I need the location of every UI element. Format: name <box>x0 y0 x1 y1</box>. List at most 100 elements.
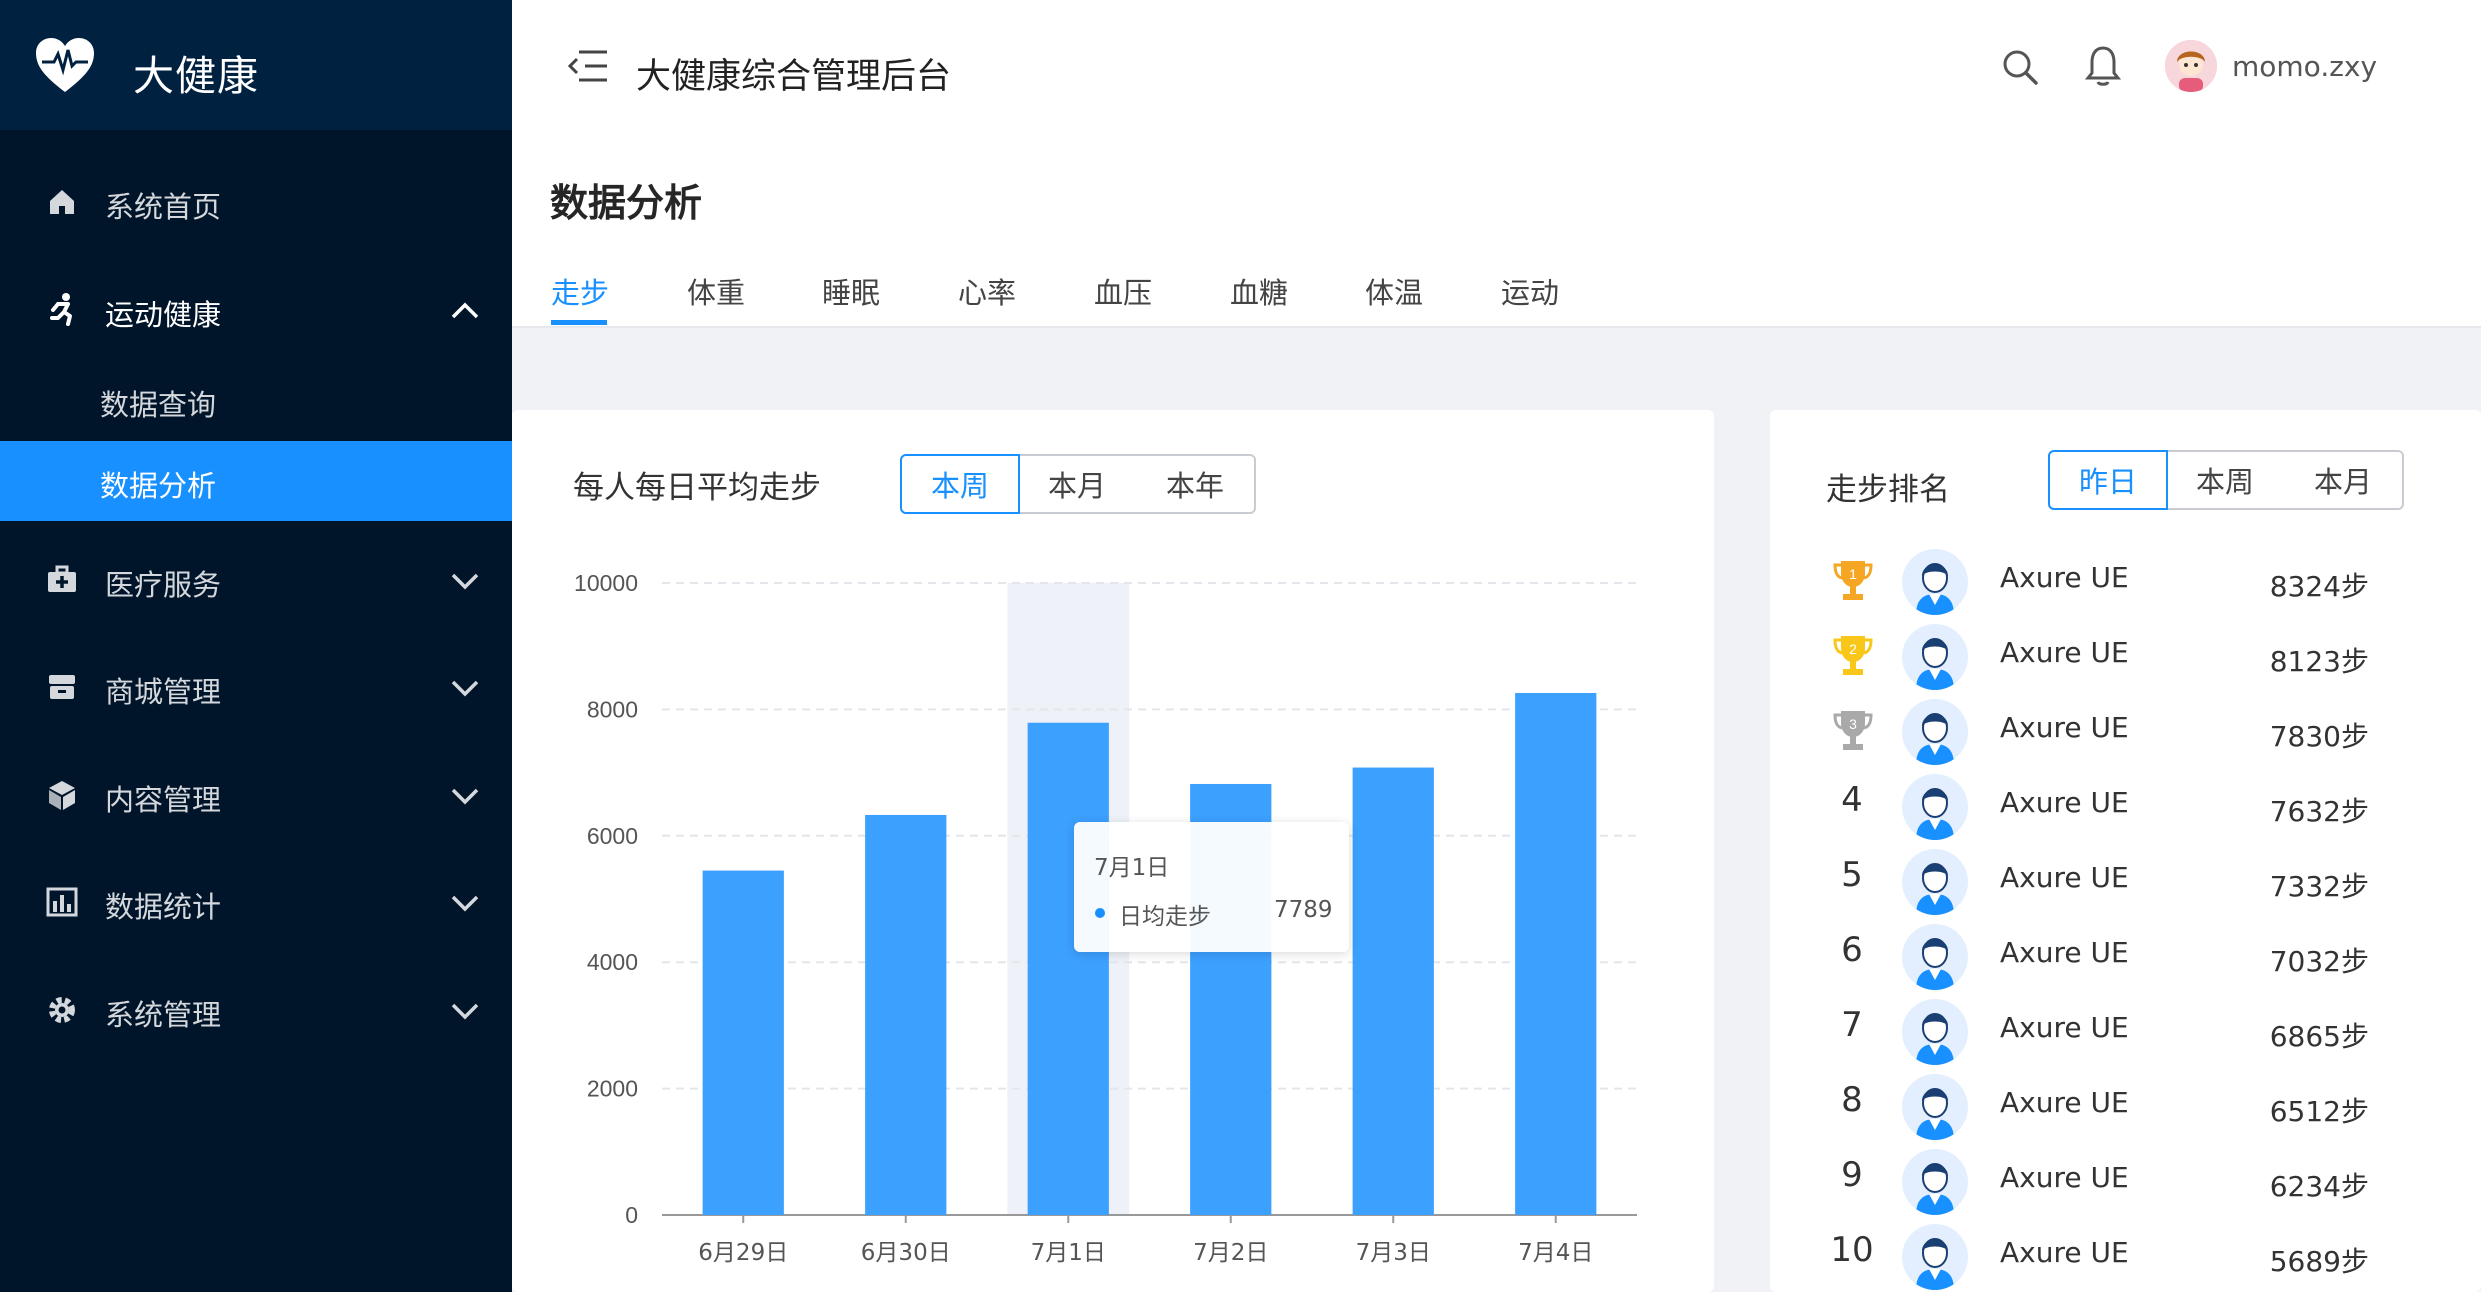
sidebar-item-label: 数据统计 <box>105 890 222 924</box>
segment-this-year[interactable]: 本年 <box>1136 454 1256 514</box>
chart-bar[interactable] <box>702 870 784 1215</box>
medical-kit-icon <box>48 565 76 592</box>
ranking-row: 7 Axure UE 6865步 <box>1770 997 2481 1067</box>
chart-bar[interactable] <box>865 814 947 1215</box>
sidebar-subitem-label: 数据分析 <box>100 469 217 503</box>
ranking-user-name: Axure UE <box>2000 861 2129 894</box>
segment-month[interactable]: 本月 <box>2284 450 2404 510</box>
sidebar-subitem-label: 数据查询 <box>100 388 217 422</box>
sidebar-subitem-data-query[interactable]: 数据查询 <box>0 360 512 440</box>
logo-area: 大健康 <box>0 0 512 130</box>
trophy-icon: 3 <box>1833 711 1873 750</box>
ranking-steps: 6512步 <box>2269 1095 2369 1128</box>
page-head <box>512 138 2481 328</box>
active-tab-indicator <box>551 320 607 325</box>
sidebar-item-label: 内容管理 <box>105 783 222 817</box>
tab-sleep[interactable]: 睡眠 <box>822 270 880 312</box>
sidebar-subitem-data-analysis[interactable]: 数据分析 <box>0 441 512 521</box>
chevron-down-icon <box>451 895 479 912</box>
tab-temperature[interactable]: 体温 <box>1365 270 1423 312</box>
ranking-user-name: Axure UE <box>2000 936 2129 969</box>
search-icon[interactable] <box>2000 47 2040 87</box>
tab-exercise[interactable]: 运动 <box>1501 270 1559 312</box>
chart-bar[interactable] <box>1352 767 1434 1215</box>
segment-week[interactable]: 本周 <box>2166 450 2286 510</box>
sidebar-item-mall[interactable]: 商城管理 <box>0 647 512 727</box>
tooltip-series-name: 日均走步 <box>1119 904 1211 930</box>
chart-bar[interactable] <box>1515 692 1597 1215</box>
chart-tooltip: 7月1日 日均走步 7789 <box>1074 822 1349 952</box>
tab-heart-rate[interactable]: 心率 <box>958 270 1016 312</box>
tab-blood-pressure[interactable]: 血压 <box>1094 270 1152 312</box>
x-tick-label: 6月29日 <box>698 1240 788 1266</box>
y-tick-label: 4000 <box>587 949 638 975</box>
segment-yesterday[interactable]: 昨日 <box>2048 450 2168 510</box>
running-icon <box>50 293 72 326</box>
chevron-down-icon <box>451 680 479 697</box>
sidebar-item-statistics[interactable]: 数据统计 <box>0 862 512 942</box>
system-title: 大健康综合管理后台 <box>636 57 952 97</box>
sidebar-item-home[interactable]: 系统首页 <box>0 162 512 242</box>
home-icon <box>50 190 74 214</box>
sidebar-item-label: 系统管理 <box>105 998 222 1032</box>
trophy-rank-number: 3 <box>1849 716 1857 732</box>
y-tick-label: 10000 <box>574 570 638 596</box>
sidebar-item-system[interactable]: 系统管理 <box>0 970 512 1050</box>
gear-icon <box>49 997 75 1023</box>
x-tick-label: 7月4日 <box>1518 1240 1593 1266</box>
ranking-row: 4 Axure UE 7632步 <box>1770 772 2481 842</box>
ranking-steps: 7632步 <box>2269 795 2369 828</box>
ranking-row: 2 Axure UE 8123步 <box>1770 622 2481 692</box>
ranking-steps: 6234步 <box>2269 1170 2369 1203</box>
user-avatar-icon <box>1902 774 1968 840</box>
rank-number: 4 <box>1841 780 1863 820</box>
rank-number: 9 <box>1841 1155 1863 1195</box>
tab-walking[interactable]: 走步 <box>551 270 609 312</box>
y-tick-label: 0 <box>625 1202 638 1228</box>
user-avatar-icon <box>1902 849 1968 915</box>
x-tick-label: 7月1日 <box>1031 1240 1106 1266</box>
trophy-rank-number: 1 <box>1849 566 1857 582</box>
rank-number: 5 <box>1841 855 1863 895</box>
ranking-steps: 7332步 <box>2269 870 2369 903</box>
tooltip-value: 7789 <box>1274 897 1333 923</box>
ranking-steps: 7830步 <box>2269 720 2369 753</box>
sidebar-item-label: 医疗服务 <box>105 568 222 602</box>
sidebar-item-sports-health[interactable]: 运动健康 <box>0 270 512 350</box>
trophy-rank-number: 2 <box>1849 641 1857 657</box>
x-tick-label: 6月30日 <box>861 1240 951 1266</box>
ranking-user-name: Axure UE <box>2000 1011 2129 1044</box>
ranking-user-name: Axure UE <box>2000 711 2129 744</box>
store-icon <box>49 675 75 699</box>
ranking-user-name: Axure UE <box>2000 1161 2129 1194</box>
tab-weight[interactable]: 体重 <box>687 270 745 312</box>
ranking-steps: 7032步 <box>2269 945 2369 978</box>
sidebar: 大健康 系统首页 运动健康 数据查询 数据分析 医疗服务 商城管理 内容管理 数… <box>0 0 512 1292</box>
rank-number: 7 <box>1841 1005 1863 1045</box>
chevron-down-icon <box>451 788 479 805</box>
ranking-row: 1 Axure UE 8324步 <box>1770 547 2481 617</box>
heart-pulse-logo-icon <box>36 38 94 92</box>
y-tick-label: 2000 <box>587 1076 638 1102</box>
chevron-up-icon <box>451 302 479 319</box>
ranking-row: 5 Axure UE 7332步 <box>1770 847 2481 917</box>
user-avatar[interactable] <box>2165 40 2217 92</box>
sidebar-item-medical[interactable]: 医疗服务 <box>0 540 512 620</box>
tab-blood-sugar[interactable]: 血糖 <box>1230 270 1288 312</box>
ranking-steps: 8123步 <box>2269 645 2369 678</box>
menu-collapse-icon[interactable] <box>567 48 609 84</box>
user-avatar-icon <box>1902 1224 1968 1290</box>
x-tick-label: 7月3日 <box>1356 1240 1431 1266</box>
username[interactable]: momo.zxy <box>2232 50 2377 83</box>
sidebar-item-label: 运动健康 <box>105 298 222 332</box>
segment-this-month[interactable]: 本月 <box>1018 454 1138 514</box>
ranking-card-title: 走步排名 <box>1826 472 1950 508</box>
segment-this-week[interactable]: 本周 <box>900 454 1020 514</box>
y-tick-label: 8000 <box>587 696 638 722</box>
bell-icon[interactable] <box>2083 44 2123 88</box>
sidebar-item-content[interactable]: 内容管理 <box>0 755 512 835</box>
ranking-user-name: Axure UE <box>2000 786 2129 819</box>
ranking-steps: 8324步 <box>2269 570 2369 603</box>
trophy-icon: 1 <box>1833 561 1873 600</box>
chart-bar[interactable] <box>1027 722 1109 1215</box>
